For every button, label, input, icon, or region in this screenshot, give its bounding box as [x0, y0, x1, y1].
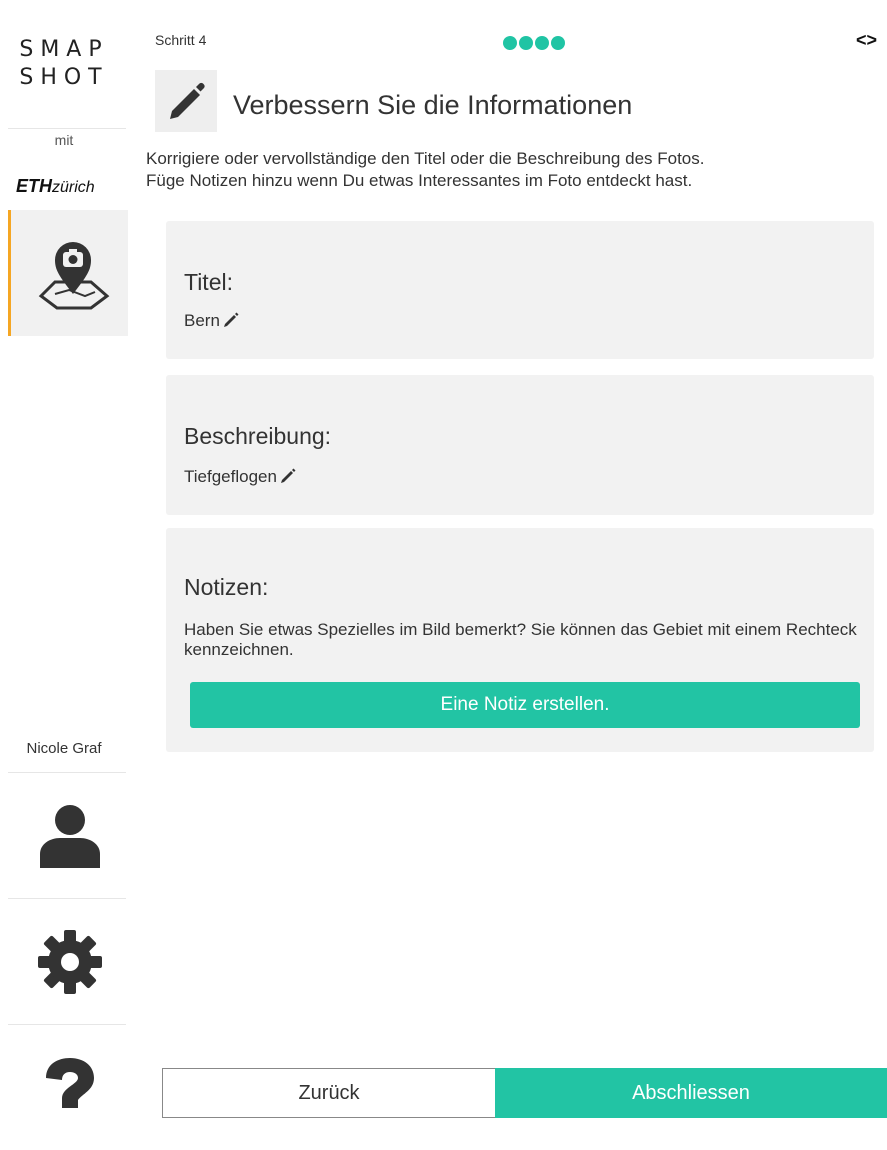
brand-logo[interactable]: SMAP SHOT	[0, 36, 128, 92]
sidebar-item-settings[interactable]	[8, 902, 128, 1022]
edit-description-icon[interactable]	[280, 468, 296, 489]
description-heading: Beschreibung:	[184, 423, 332, 449]
eth-logo-suffix: zürich	[52, 179, 95, 196]
with-label: mit	[54, 132, 74, 148]
progress-dots	[503, 36, 567, 55]
sidebar-item-profile[interactable]	[8, 776, 128, 896]
divider	[8, 1024, 126, 1025]
sidebar: SMAP SHOT mit ETHzürich Nicole Graf	[0, 0, 128, 1110]
progress-dot	[535, 36, 549, 50]
description-card: Beschreibung: Tiefgeflogen	[166, 375, 874, 515]
page-title: Verbessern Sie die Informationen	[233, 90, 633, 120]
sidebar-item-help[interactable]	[8, 1030, 128, 1150]
question-icon	[46, 1058, 94, 1108]
instructions: Korrigiere oder vervollständige den Tite…	[146, 148, 886, 192]
gear-icon	[38, 930, 102, 994]
divider	[8, 128, 126, 129]
edit-step-icon-box	[155, 70, 217, 132]
progress-dot	[503, 36, 517, 50]
description-value[interactable]: Tiefgeflogen	[184, 467, 296, 489]
user-name: Nicole Graf	[26, 740, 102, 757]
title-value-text: Bern	[184, 311, 220, 330]
progress-dot	[519, 36, 533, 50]
eth-logo: ETHzürich	[16, 176, 95, 197]
nav-arrows-icon[interactable]: <>	[856, 30, 877, 51]
title-card: Titel: Bern	[166, 221, 874, 359]
back-button[interactable]: Zurück	[162, 1068, 496, 1118]
create-note-button[interactable]: Eine Notiz erstellen.	[190, 682, 860, 728]
divider	[8, 898, 126, 899]
main-panel: Schritt 4 <> Verbessern Sie die Informat…	[146, 0, 887, 1118]
notes-card: Notizen: Haben Sie etwas Spezielles im B…	[166, 528, 874, 752]
title-value[interactable]: Bern	[184, 311, 239, 333]
description-value-text: Tiefgeflogen	[184, 467, 277, 486]
brand-line-1: SMAP	[19, 37, 109, 62]
finish-button[interactable]: Abschliessen	[495, 1068, 887, 1118]
step-label: Schritt 4	[155, 32, 207, 48]
notes-text: Haben Sie etwas Spezielles im Bild bemer…	[184, 620, 857, 659]
sidebar-item-photo[interactable]	[8, 210, 128, 336]
instructions-line-2: Füge Notizen hinzu wenn Du etwas Interes…	[146, 171, 693, 190]
pencil-icon	[170, 82, 205, 119]
photo-map-icon	[38, 242, 110, 310]
divider	[8, 772, 126, 773]
notes-heading: Notizen:	[184, 574, 269, 600]
progress-dot	[551, 36, 565, 50]
user-icon	[40, 805, 100, 868]
brand-line-2: SHOT	[19, 65, 109, 90]
edit-title-icon[interactable]	[223, 312, 239, 333]
instructions-line-1: Korrigiere oder vervollständige den Tite…	[146, 149, 705, 168]
eth-logo-text: ETH	[16, 176, 52, 196]
title-heading: Titel:	[184, 269, 233, 295]
